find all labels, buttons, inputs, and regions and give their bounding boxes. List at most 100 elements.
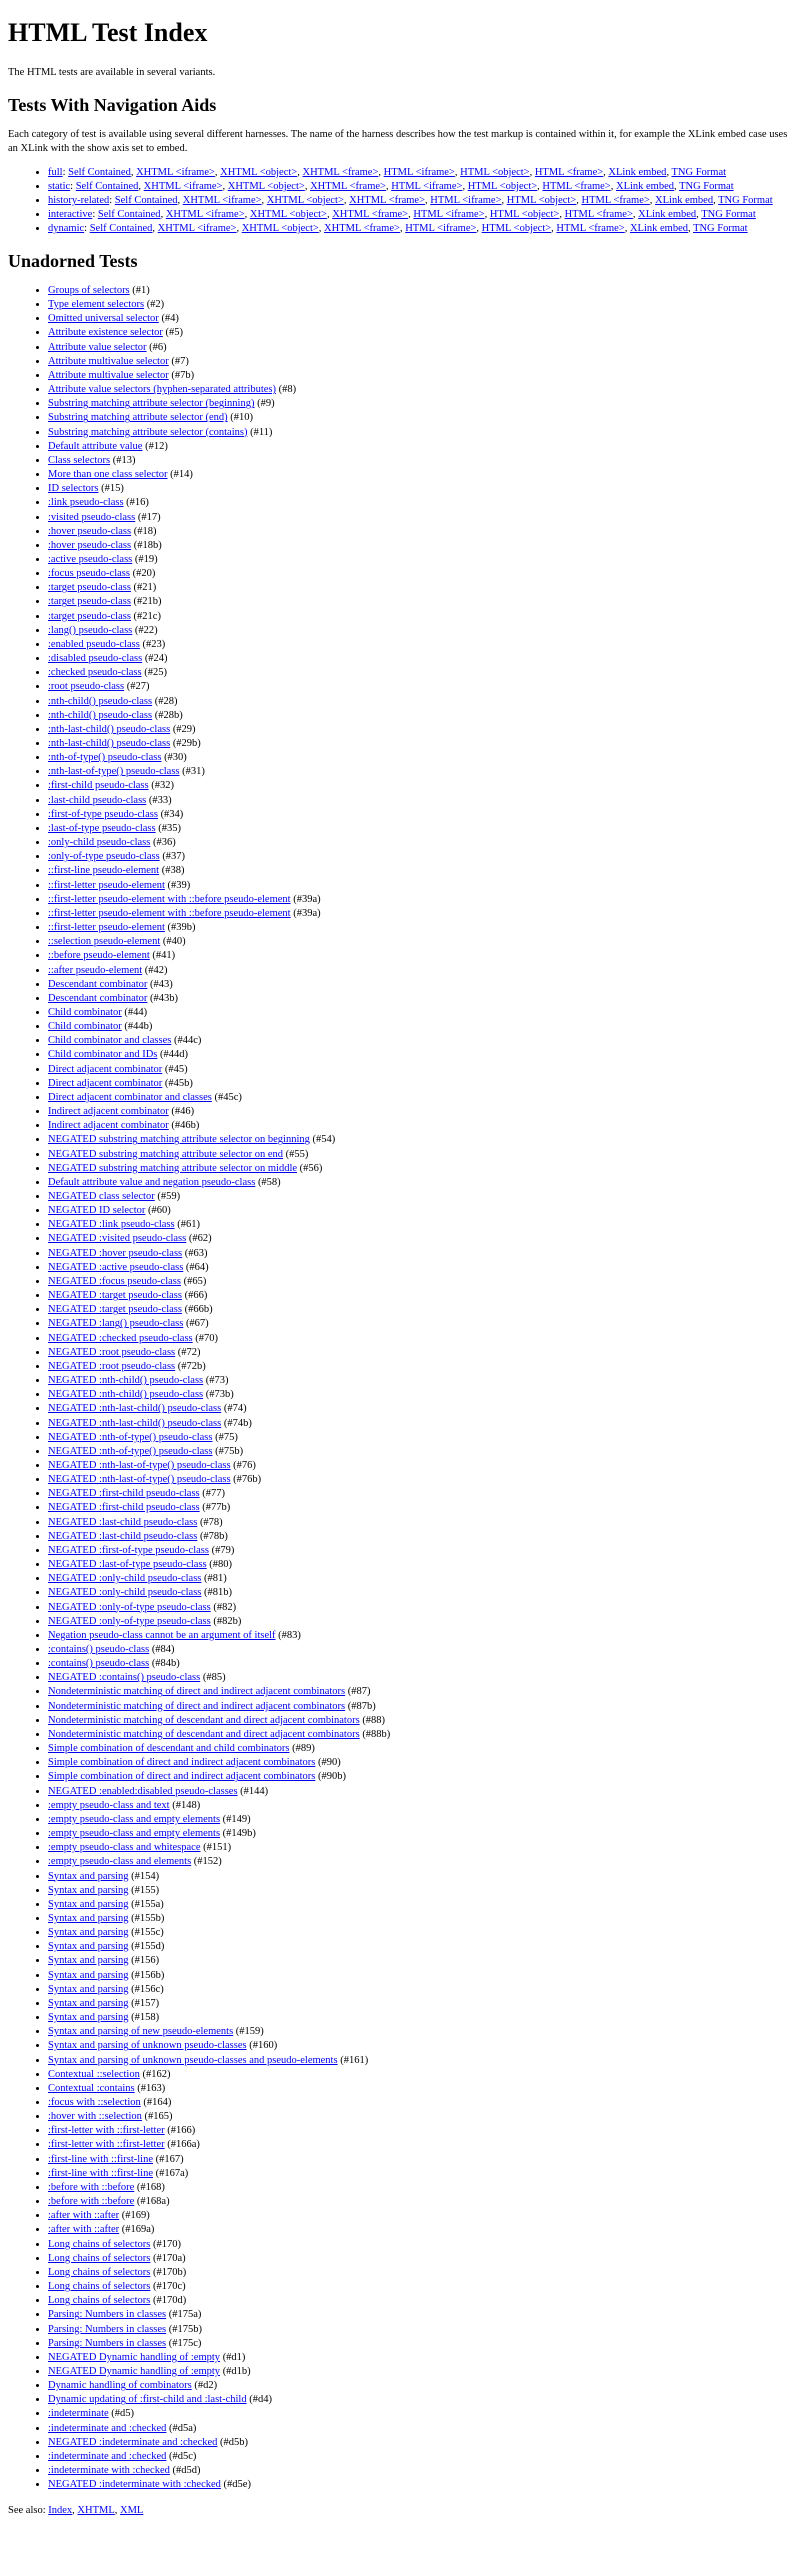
harness-link-xhtml-iframe[interactable]: XHTML <iframe> xyxy=(136,167,215,178)
test-link[interactable]: Syntax and parsing xyxy=(48,1984,129,1995)
harness-link-xhtml-iframe[interactable]: XHTML <iframe> xyxy=(166,209,245,220)
test-link[interactable]: :last-of-type pseudo-class xyxy=(48,823,156,834)
test-link[interactable]: Child combinator xyxy=(48,1007,122,1018)
test-link[interactable]: Simple combination of direct and indirec… xyxy=(48,1771,315,1782)
test-link[interactable]: Dynamic handling of combinators xyxy=(48,2380,192,2391)
test-link[interactable]: NEGATED :link pseudo-class xyxy=(48,1219,175,1230)
test-link[interactable]: :checked pseudo-class xyxy=(48,667,142,678)
test-link[interactable]: Syntax and parsing xyxy=(48,1899,129,1910)
test-link[interactable]: :indeterminate with :checked xyxy=(48,2465,170,2476)
test-link[interactable]: Contextual :contains xyxy=(48,2083,135,2094)
harness-link-xlink-embed[interactable]: XLink embed xyxy=(630,223,688,234)
test-link[interactable]: NEGATED :nth-last-of-type() pseudo-class xyxy=(48,1460,231,1471)
test-link[interactable]: ::first-letter pseudo-element with ::bef… xyxy=(48,908,291,919)
harness-link-html-iframe[interactable]: HTML <iframe> xyxy=(384,167,455,178)
test-link[interactable]: NEGATED :nth-of-type() pseudo-class xyxy=(48,1446,212,1457)
test-link[interactable]: Attribute existence selector xyxy=(48,327,163,338)
harness-link-html-object[interactable]: HTML <object> xyxy=(468,181,537,192)
harness-link-tng-format[interactable]: TNG Format xyxy=(718,195,773,206)
harness-link-self-contained[interactable]: Self Contained xyxy=(98,209,161,220)
harness-link-xhtml-iframe[interactable]: XHTML <iframe> xyxy=(183,195,262,206)
test-link[interactable]: NEGATED :indeterminate with :checked xyxy=(48,2479,221,2490)
test-link[interactable]: NEGATED :lang() pseudo-class xyxy=(48,1318,183,1329)
harness-link-html-iframe[interactable]: HTML <iframe> xyxy=(391,181,462,192)
test-link[interactable]: Syntax and parsing of unknown pseudo-cla… xyxy=(48,2040,247,2051)
test-link[interactable]: :nth-last-of-type() pseudo-class xyxy=(48,766,180,777)
test-link[interactable]: NEGATED :last-child pseudo-class xyxy=(48,1531,197,1542)
test-link[interactable]: Parsing: Numbers in classes xyxy=(48,2338,166,2349)
harness-link-html-iframe[interactable]: HTML <iframe> xyxy=(430,195,501,206)
test-link[interactable]: Syntax and parsing xyxy=(48,1998,129,2009)
harness-link-html-frame[interactable]: HTML <frame> xyxy=(542,181,610,192)
harness-link-self-contained[interactable]: Self Contained xyxy=(115,195,178,206)
harness-link-xhtml-frame[interactable]: XHTML <frame> xyxy=(302,167,378,178)
harness-link-xhtml-object[interactable]: XHTML <object> xyxy=(228,181,305,192)
harness-link-tng-format[interactable]: TNG Format xyxy=(672,167,727,178)
test-link[interactable]: :last-child pseudo-class xyxy=(48,795,146,806)
harness-link-xhtml-iframe[interactable]: XHTML <iframe> xyxy=(158,223,237,234)
test-link[interactable]: Syntax and parsing xyxy=(48,2012,129,2023)
harness-link-html-frame[interactable]: HTML <frame> xyxy=(581,195,649,206)
test-link[interactable]: Indirect adjacent combinator xyxy=(48,1120,169,1131)
harness-link-tng-format[interactable]: TNG Format xyxy=(701,209,756,220)
test-link[interactable]: NEGATED :last-of-type pseudo-class xyxy=(48,1559,207,1570)
test-link[interactable]: NEGATED :first-child pseudo-class xyxy=(48,1488,200,1499)
test-link[interactable]: :hover pseudo-class xyxy=(48,526,131,537)
test-link[interactable]: Parsing: Numbers in classes xyxy=(48,2309,166,2320)
test-link[interactable]: :link pseudo-class xyxy=(48,497,124,508)
category-link-static[interactable]: static xyxy=(48,181,70,192)
test-link[interactable]: :focus with ::selection xyxy=(48,2097,141,2108)
test-link[interactable]: Attribute value selector xyxy=(48,342,147,353)
see-also-link-xml[interactable]: XML xyxy=(120,2505,143,2516)
test-link[interactable]: NEGATED :only-child pseudo-class xyxy=(48,1573,201,1584)
test-link[interactable]: ::after pseudo-element xyxy=(48,965,142,976)
test-link[interactable]: NEGATED :root pseudo-class xyxy=(48,1347,175,1358)
harness-link-tng-format[interactable]: TNG Format xyxy=(679,181,734,192)
test-link[interactable]: NEGATED :nth-of-type() pseudo-class xyxy=(48,1432,212,1443)
harness-link-html-frame[interactable]: HTML <frame> xyxy=(556,223,624,234)
test-link[interactable]: NEGATED :active pseudo-class xyxy=(48,1262,183,1273)
test-link[interactable]: Syntax and parsing of new pseudo-element… xyxy=(48,2026,233,2037)
test-link[interactable]: NEGATED :only-of-type pseudo-class xyxy=(48,1602,211,1613)
test-link[interactable]: :before with ::before xyxy=(48,2182,134,2193)
test-link[interactable]: :indeterminate xyxy=(48,2408,109,2419)
test-link[interactable]: Type element selectors xyxy=(48,299,144,310)
harness-link-html-object[interactable]: HTML <object> xyxy=(507,195,576,206)
test-link[interactable]: Long chains of selectors xyxy=(48,2295,150,2306)
harness-link-xlink-embed[interactable]: XLink embed xyxy=(616,181,674,192)
harness-link-xhtml-object[interactable]: XHTML <object> xyxy=(267,195,344,206)
test-link[interactable]: Syntax and parsing xyxy=(48,1970,129,1981)
test-link[interactable]: :first-letter with ::first-letter xyxy=(48,2125,165,2136)
test-link[interactable]: Direct adjacent combinator xyxy=(48,1064,162,1075)
test-link[interactable]: Nondeterministic matching of direct and … xyxy=(48,1686,345,1697)
test-link[interactable]: NEGATED Dynamic handling of :empty xyxy=(48,2352,220,2363)
test-link[interactable]: :first-of-type pseudo-class xyxy=(48,809,158,820)
test-link[interactable]: :first-letter with ::first-letter xyxy=(48,2139,165,2150)
test-link[interactable]: :nth-child() pseudo-class xyxy=(48,696,152,707)
test-link[interactable]: :target pseudo-class xyxy=(48,582,131,593)
test-link[interactable]: Parsing: Numbers in classes xyxy=(48,2324,166,2335)
test-link[interactable]: :nth-last-child() pseudo-class xyxy=(48,738,170,749)
test-link[interactable]: NEGATED substring matching attribute sel… xyxy=(48,1134,310,1145)
test-link[interactable]: ::before pseudo-element xyxy=(48,950,150,961)
test-link[interactable]: Groups of selectors xyxy=(48,285,130,296)
test-link[interactable]: Omitted universal selector xyxy=(48,313,159,324)
test-link[interactable]: NEGATED :visited pseudo-class xyxy=(48,1233,186,1244)
test-link[interactable]: Syntax and parsing of unknown pseudo-cla… xyxy=(48,2055,338,2066)
test-link[interactable]: NEGATED :only-of-type pseudo-class xyxy=(48,1616,211,1627)
test-link[interactable]: :empty pseudo-class and text xyxy=(48,1800,170,1811)
test-link[interactable]: Long chains of selectors xyxy=(48,2281,150,2292)
test-link[interactable]: Substring matching attribute selector (e… xyxy=(48,412,228,423)
test-link[interactable]: Descendant combinator xyxy=(48,993,147,1004)
test-link[interactable]: Descendant combinator xyxy=(48,979,147,990)
test-link[interactable]: Long chains of selectors xyxy=(48,2239,150,2250)
test-link[interactable]: :root pseudo-class xyxy=(48,681,124,692)
test-link[interactable]: NEGATED :first-of-type pseudo-class xyxy=(48,1545,209,1556)
test-link[interactable]: NEGATED :last-child pseudo-class xyxy=(48,1517,197,1528)
test-link[interactable]: NEGATED :hover pseudo-class xyxy=(48,1248,182,1259)
category-link-full[interactable]: full xyxy=(48,167,63,178)
test-link[interactable]: :visited pseudo-class xyxy=(48,512,135,523)
test-link[interactable]: Indirect adjacent combinator xyxy=(48,1106,169,1117)
test-link[interactable]: Child combinator and IDs xyxy=(48,1049,157,1060)
test-link[interactable]: :first-child pseudo-class xyxy=(48,780,149,791)
